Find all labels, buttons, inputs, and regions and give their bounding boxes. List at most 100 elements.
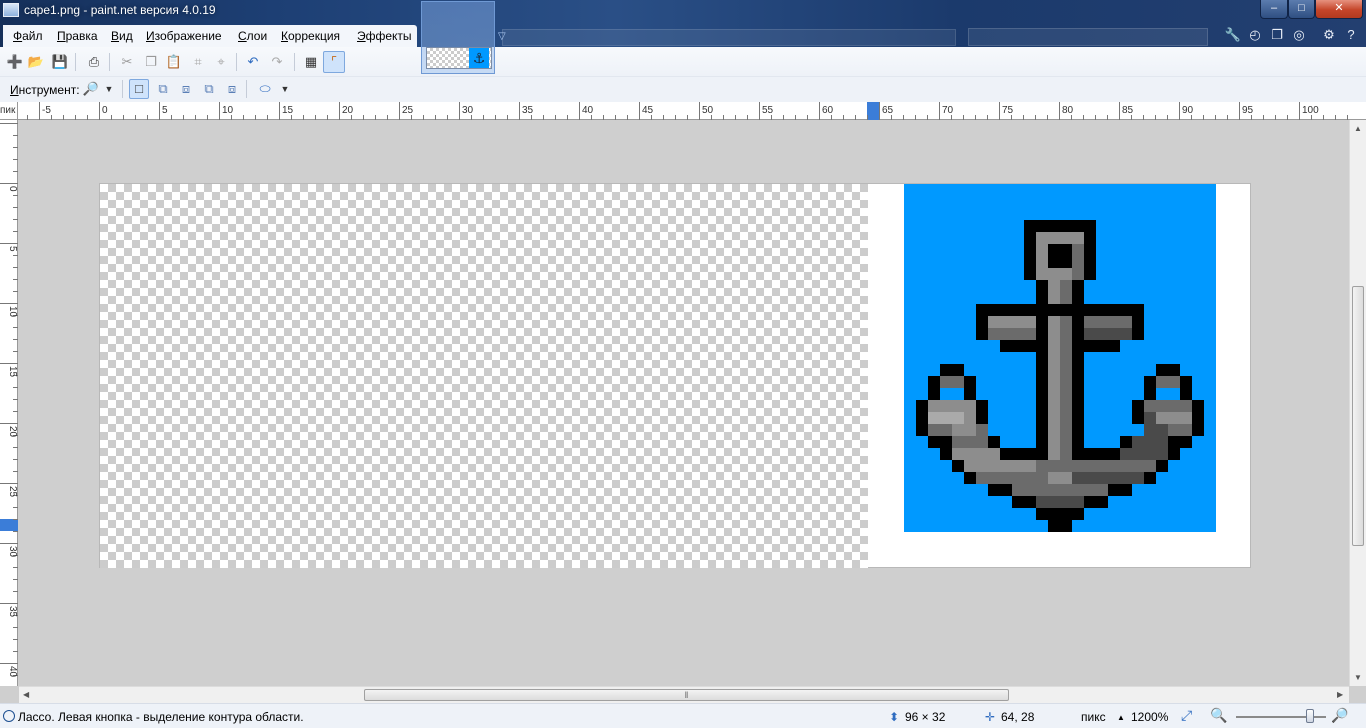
paste-icon[interactable]: 📋 [165, 53, 183, 71]
history-icon[interactable]: ◴ [1246, 27, 1264, 43]
toolbar-separator [246, 80, 247, 98]
selection-mode-union-icon[interactable]: ⧉ [154, 80, 172, 98]
horizontal-scroll-thumb[interactable]: ‖ [364, 689, 1009, 701]
image-tab[interactable]: ⚓ [421, 1, 495, 74]
tool-options-bar: Инструмент: 🔎 ▼ □ ⧉ ⧈ ⧉ ⧈ ⬭ ▼ [0, 77, 1366, 102]
crop-icon[interactable]: ⌗ [189, 53, 207, 71]
status-hint: Лассо. Левая кнопка - выделение контура … [18, 710, 304, 724]
maximize-button[interactable]: □ [1288, 0, 1315, 19]
zoom-slider-thumb[interactable] [1306, 709, 1314, 723]
vertical-scroll-thumb[interactable] [1352, 286, 1364, 546]
anchor-right-fluke [1144, 424, 1168, 436]
tool-dropdown-chevron-icon[interactable]: ▼ [100, 80, 118, 98]
minimize-button[interactable]: – [1260, 0, 1288, 19]
anchor-left-fluke [940, 376, 964, 388]
save-icon[interactable]: 💾 [51, 53, 69, 71]
scroll-left-icon[interactable]: ◀ [23, 690, 29, 699]
vertical-scrollbar[interactable]: ▲ ▼ [1349, 120, 1366, 686]
anchor-arm [1036, 460, 1084, 472]
anchor-right-fluke [1180, 436, 1192, 448]
anchor-crown [1084, 496, 1108, 508]
units-selector[interactable]: пикс [1081, 710, 1106, 724]
ruler-top-label: 55 [762, 105, 774, 116]
zoom-fit-icon[interactable]: ⤢ [1181, 707, 1192, 724]
deselect-icon[interactable]: ⌖ [212, 53, 230, 71]
anchor-left-fluke [928, 424, 952, 436]
scroll-up-icon[interactable]: ▲ [1354, 124, 1362, 133]
ruler-top-label: 15 [282, 105, 294, 116]
anchor-stock [1084, 316, 1132, 328]
anchor-tip [1048, 520, 1072, 532]
menu-view[interactable]: Вид [111, 29, 133, 43]
anchor-left-fluke [928, 436, 940, 448]
menu-bar: Файл Правка Вид Изображение Слои Коррекц… [3, 25, 417, 47]
cut-icon[interactable]: ✂ [118, 53, 136, 71]
anchor-left-fluke [928, 376, 940, 400]
anchor-stock [988, 316, 1036, 328]
horizontal-scrollbar[interactable]: ◀ ‖ ▶ [19, 686, 1349, 703]
app-icon[interactable] [3, 3, 19, 17]
header-strip [502, 29, 956, 46]
menu-effects[interactable]: Эффекты [357, 29, 412, 43]
image-canvas[interactable] [99, 183, 1251, 568]
ruler-top-label: 5 [162, 105, 168, 116]
anchor-left-fluke [976, 400, 988, 424]
scroll-right-icon[interactable]: ▶ [1337, 690, 1343, 699]
scroll-down-icon[interactable]: ▼ [1354, 673, 1362, 682]
anchor-crown [1036, 508, 1084, 520]
lasso-icon [3, 710, 15, 722]
close-button[interactable]: ✕ [1315, 0, 1363, 19]
zoom-up-arrow-icon[interactable]: ▲ [1117, 713, 1125, 722]
colors-icon[interactable]: ◎ [1290, 27, 1308, 43]
redo-icon[interactable]: ↷ [268, 53, 286, 71]
tool-label: Инструмент: [10, 83, 80, 97]
tools-icon[interactable]: 🔧 [1224, 27, 1242, 43]
anchor-arm [952, 436, 976, 448]
cursor-position-icon: ✛ [985, 710, 996, 724]
selection-mode-exclude-icon[interactable]: ⧈ [177, 80, 195, 98]
anchor-crown [1012, 484, 1108, 496]
zoom-out-icon[interactable]: 🔍 [1210, 707, 1227, 724]
copy-icon[interactable]: ❐ [142, 53, 160, 71]
toolbar-separator [75, 53, 76, 71]
new-file-icon[interactable]: ➕ [6, 53, 24, 71]
antialiasing-icon[interactable]: ⬭ [256, 80, 274, 98]
selection-mode-intersect-icon[interactable]: ⧉ [200, 80, 218, 98]
menu-adjustments[interactable]: Коррекция [281, 29, 340, 43]
menu-file[interactable]: Файл [13, 29, 43, 43]
anchor-right-fluke [1156, 376, 1180, 388]
menu-edit[interactable]: Правка [57, 29, 98, 43]
open-file-icon[interactable]: 📂 [27, 53, 45, 71]
menu-image[interactable]: Изображение [146, 29, 222, 43]
anchor-ring [1048, 268, 1072, 280]
anchor-stock [976, 316, 988, 340]
anchor-left-fluke [928, 400, 976, 412]
selection-mode-replace-icon[interactable]: □ [129, 79, 149, 99]
antialiasing-dropdown-chevron-icon[interactable]: ▼ [276, 80, 294, 98]
menu-layers[interactable]: Слои [238, 29, 267, 43]
anchor-right-fluke [1168, 424, 1192, 436]
ruler-top-label: 0 [102, 105, 108, 116]
help-icon[interactable]: ? [1342, 27, 1360, 43]
print-icon[interactable]: ⎙ [85, 53, 103, 71]
zoom-level[interactable]: 1200% [1131, 710, 1168, 724]
tab-list-chevron-icon[interactable]: ▽ [498, 31, 506, 42]
layers-icon[interactable]: ❐ [1268, 27, 1286, 43]
anchor-stock [1132, 316, 1144, 340]
zoom-in-icon[interactable]: 🔎 [1331, 707, 1348, 724]
anchor-crown [1012, 496, 1036, 508]
ruler-left-label: 10 [7, 306, 18, 318]
selection-mode-invert-icon[interactable]: ⧈ [223, 80, 241, 98]
image-size: 96 × 32 [905, 710, 946, 724]
settings-gear-icon[interactable]: ⚙ [1320, 27, 1338, 43]
pixel-grid-icon[interactable]: ▦ [302, 53, 320, 71]
vertical-ruler: 0 5 10 15 20 25 30 35 40 [0, 120, 18, 686]
header-search-box[interactable] [968, 28, 1208, 46]
ruler-left-label: 35 [7, 606, 18, 618]
anchor-ring [1024, 220, 1096, 232]
undo-icon[interactable]: ↶ [244, 53, 262, 71]
magnifier-icon[interactable]: 🔎 [82, 80, 100, 98]
ruler-top-label: 100 [1302, 105, 1319, 116]
rulers-toggle-icon[interactable]: ⌜ [323, 51, 345, 73]
anchor-stock [1000, 340, 1048, 352]
